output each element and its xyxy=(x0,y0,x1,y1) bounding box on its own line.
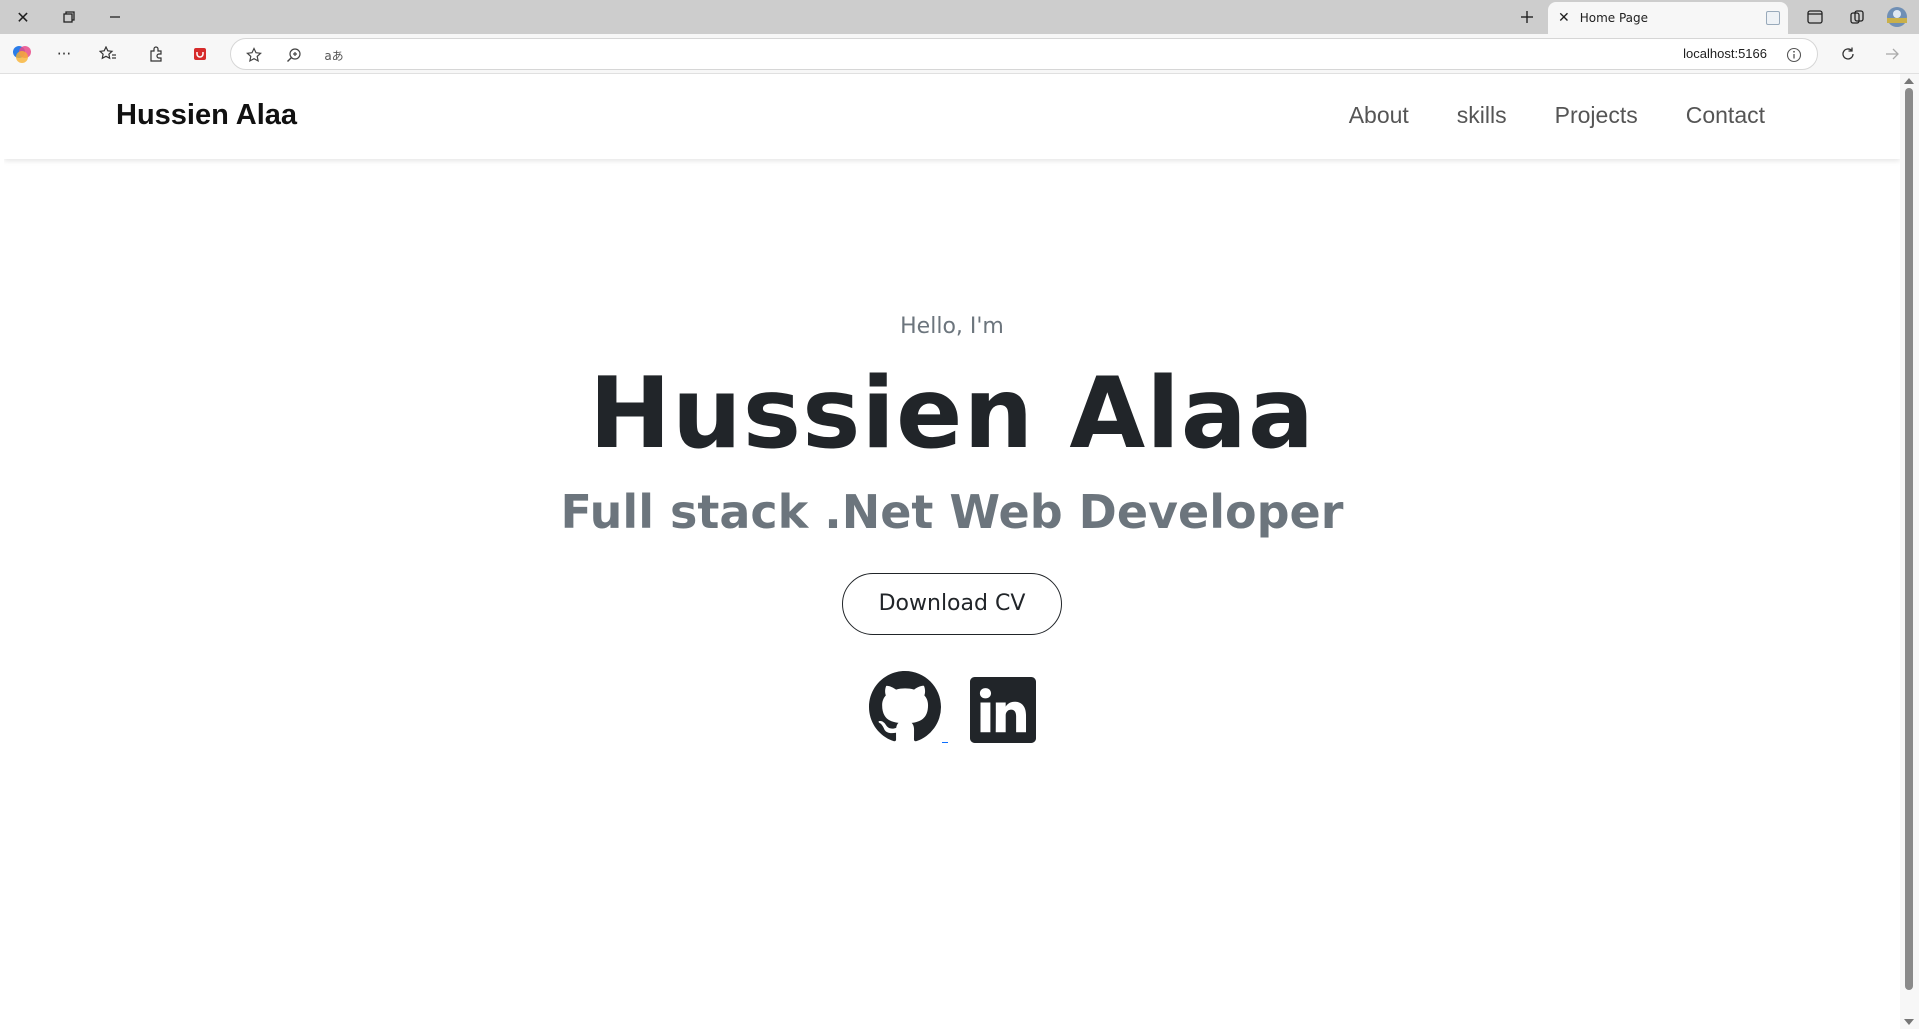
link-underline xyxy=(941,742,948,743)
tab-bar: ✕ ✕ Home Page xyxy=(0,0,1919,34)
zoom-button[interactable] xyxy=(281,44,307,66)
page-viewport: Hussien Alaa About skills Projects Conta… xyxy=(4,74,1900,1029)
refresh-icon xyxy=(1842,47,1854,60)
close-tab-icon[interactable]: ✕ xyxy=(1558,10,1570,26)
star-icon xyxy=(246,47,262,63)
new-tab-button[interactable] xyxy=(1510,5,1544,29)
nav-skills[interactable]: skills xyxy=(1457,102,1507,129)
forward-button[interactable] xyxy=(1878,42,1906,66)
hero-section: Hello, I'm Hussien Alaa Full stack .Net … xyxy=(4,314,1900,743)
site-nav: About skills Projects Contact xyxy=(1349,102,1765,129)
site-navbar: Hussien Alaa About skills Projects Conta… xyxy=(4,74,1900,159)
translate-icon: aあ xyxy=(324,48,344,63)
refresh-button[interactable] xyxy=(1834,42,1862,66)
tab-title: Home Page xyxy=(1579,11,1649,25)
shield-icon xyxy=(194,48,206,60)
more-icon: ··· xyxy=(56,45,72,63)
tab-actions-icon xyxy=(1807,10,1823,24)
scroll-down-icon[interactable] xyxy=(1904,1019,1914,1025)
page-scrollbar[interactable] xyxy=(1900,74,1919,1029)
close-icon: ✕ xyxy=(16,7,30,27)
restore-icon xyxy=(63,11,75,23)
linkedin-link[interactable] xyxy=(969,677,1036,743)
copilot-icon xyxy=(13,46,31,63)
browser-toolbar: ··· aあ localhost:5166 xyxy=(0,34,1919,74)
hero-greeting: Hello, I'm xyxy=(900,314,1004,339)
nav-contact[interactable]: Contact xyxy=(1686,102,1765,129)
restore-window-button[interactable] xyxy=(52,5,86,29)
tab-preview-icon xyxy=(1766,11,1780,25)
github-link[interactable] xyxy=(868,671,948,743)
zoom-icon xyxy=(287,48,301,62)
extensions-icon xyxy=(150,46,162,62)
url-text[interactable]: localhost:5166 xyxy=(1683,46,1767,61)
favorites-icon xyxy=(99,46,116,60)
workspaces-icon xyxy=(1850,10,1864,24)
download-cv-button[interactable]: Download CV xyxy=(842,573,1062,635)
info-icon xyxy=(1786,47,1802,63)
arrow-right-icon xyxy=(1886,48,1899,60)
shield-extension-button[interactable] xyxy=(186,42,214,66)
hero-name: Hussien Alaa xyxy=(588,357,1316,471)
site-info-button[interactable] xyxy=(1781,44,1807,66)
workspaces-button[interactable] xyxy=(1840,5,1874,29)
address-bar[interactable]: aあ localhost:5166 xyxy=(230,38,1818,70)
more-button[interactable]: ··· xyxy=(50,42,78,66)
copilot-button[interactable] xyxy=(8,42,36,66)
scroll-up-icon[interactable] xyxy=(1904,78,1914,84)
translate-button[interactable]: aあ xyxy=(321,44,347,66)
minimize-window-button[interactable] xyxy=(98,5,132,29)
hero-role: Full stack .Net Web Developer xyxy=(560,485,1344,539)
profile-button[interactable] xyxy=(1880,5,1914,29)
nav-projects[interactable]: Projects xyxy=(1555,102,1638,129)
site-brand[interactable]: Hussien Alaa xyxy=(116,99,297,132)
extensions-button[interactable] xyxy=(142,42,170,66)
tab-actions-button[interactable] xyxy=(1798,5,1832,29)
plus-icon xyxy=(1521,11,1533,23)
social-links xyxy=(4,671,1900,743)
minimize-icon xyxy=(110,16,120,18)
add-favorite-button[interactable] xyxy=(241,44,267,66)
tab-home-page[interactable]: ✕ Home Page xyxy=(1548,2,1788,34)
scrollbar-thumb[interactable] xyxy=(1905,88,1913,990)
close-window-button[interactable]: ✕ xyxy=(6,5,40,29)
linkedin-icon xyxy=(969,677,1036,743)
avatar-icon xyxy=(1887,7,1907,27)
nav-about[interactable]: About xyxy=(1349,102,1409,129)
github-icon xyxy=(868,671,941,742)
favorites-button[interactable] xyxy=(94,42,122,66)
